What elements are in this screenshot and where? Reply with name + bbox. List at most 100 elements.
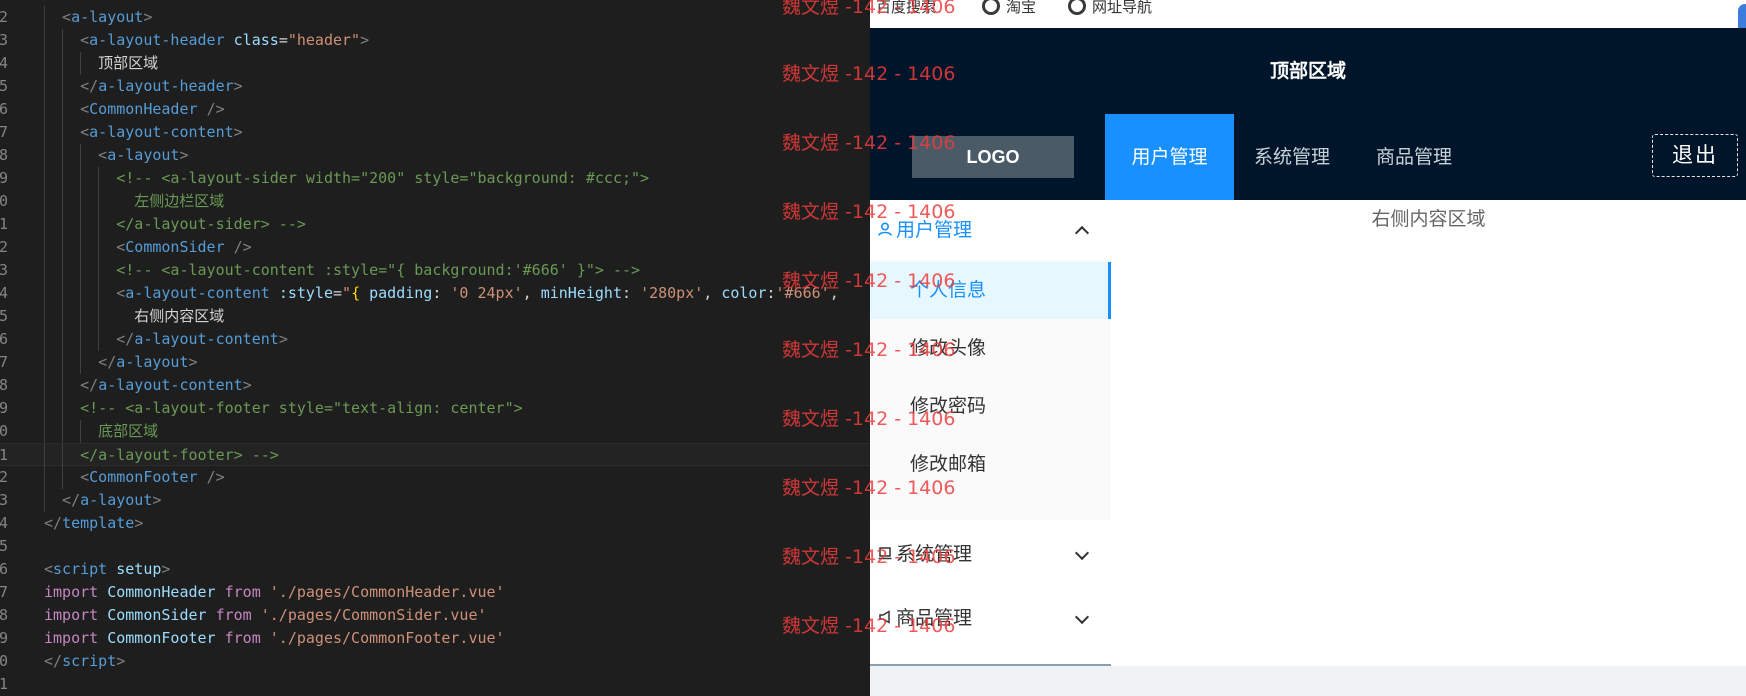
code-text: </a-layout-footer> --> — [44, 446, 279, 464]
code-line[interactable]: 5 右侧内容区域 — [0, 305, 870, 328]
nav-system-management[interactable]: 系统管理 — [1234, 114, 1350, 200]
code-line[interactable]: 5 — [0, 535, 870, 558]
code-line[interactable]: 2 <CommonFooter /> — [0, 466, 870, 489]
code-line[interactable]: 3 <a-layout-header class="header"> — [0, 29, 870, 52]
code-line[interactable]: 8 </a-layout-content> — [0, 374, 870, 397]
menu-item-email[interactable]: 修改邮箱 — [870, 436, 1111, 493]
bookmark-nav[interactable]: 网址导航 — [1068, 0, 1152, 16]
chevron-up-icon — [1074, 225, 1090, 241]
line-number: 8 — [0, 146, 8, 164]
nav-bar: LOGO 用户管理 系统管理 商品管理 退出 — [870, 114, 1746, 200]
code-editor[interactable]: 2 <a-layout> 3 <a-layout-header class="he… — [0, 0, 870, 696]
nav-user-management[interactable]: 用户管理 — [1105, 114, 1234, 200]
code-line[interactable]: 8 import CommonSider from './pages/Common… — [0, 604, 870, 627]
line-number: 0 — [0, 192, 8, 210]
submenu-label: 用户管理 — [896, 219, 973, 241]
line-number: 4 — [0, 284, 8, 302]
code-text: <script setup> — [44, 560, 171, 578]
code-line[interactable]: 4 顶部区域 — [0, 52, 870, 75]
code-line[interactable]: 5 </a-layout-header> — [0, 75, 870, 98]
line-number: 1 — [0, 675, 8, 693]
code-text: </template> — [44, 514, 144, 532]
code-line[interactable]: 6 <CommonHeader /> — [0, 98, 870, 121]
submenu-user-management[interactable]: 用户管理 — [870, 200, 1111, 260]
content-text: 右侧内容区域 — [1371, 208, 1486, 230]
code-line[interactable]: 7 import CommonHeader from './pages/Commo… — [0, 581, 870, 604]
laptop-icon — [878, 547, 892, 560]
code-text: </a-layout-sider> --> — [44, 215, 306, 233]
line-number: 4 — [0, 514, 8, 532]
line-number: 9 — [0, 169, 8, 187]
menu-item-password[interactable]: 修改密码 — [870, 378, 1111, 435]
line-number: 0 — [0, 422, 8, 440]
code-text: <!-- <a-layout-sider width="200" style="… — [44, 169, 650, 187]
line-number: 5 — [0, 77, 8, 95]
code-line[interactable]: 6 <script setup> — [0, 558, 870, 581]
bookmark-baidu[interactable]: 百度搜索 — [876, 0, 936, 16]
line-number: 4 — [0, 54, 8, 72]
line-number: 3 — [0, 261, 8, 279]
code-text: <a-layout-content :style="{ padding: '0 … — [44, 284, 839, 302]
code-line[interactable]: 0 底部区域 — [0, 420, 870, 443]
code-line[interactable]: 2 <a-layout> — [0, 6, 870, 29]
code-line[interactable]: 3 <!-- <a-layout-content :style="{ backg… — [0, 259, 870, 282]
browser-app-pane: 百度搜索 淘宝 网址导航 顶部区域 LOGO 用户管理 系统管理 商品管理 退出… — [870, 0, 1746, 696]
bookmarks-bar: 百度搜索 淘宝 网址导航 — [870, 0, 1746, 46]
code-text: 顶部区域 — [44, 54, 159, 72]
code-text: </a-layout-content> — [44, 376, 252, 394]
submenu-system-management[interactable]: 系统管理 — [870, 524, 1111, 584]
menu-item-profile[interactable]: 个人信息 — [870, 262, 1111, 319]
code-line[interactable]: 2 <CommonSider /> — [0, 236, 870, 259]
code-text: </a-layout> — [44, 491, 162, 509]
line-number: 1 — [0, 446, 8, 464]
submenu-label: 系统管理 — [896, 543, 973, 565]
line-number: 8 — [0, 376, 8, 394]
code-line[interactable]: 6 </a-layout-content> — [0, 328, 870, 351]
code-line[interactable]: 9 import CommonFooter from './pages/Commo… — [0, 627, 870, 650]
code-line[interactable]: 0 左侧边栏区域 — [0, 190, 870, 213]
code-line[interactable]: 0 </script> — [0, 650, 870, 673]
code-text: 底部区域 — [44, 422, 159, 440]
code-line[interactable]: 7 <a-layout-content> — [0, 121, 870, 144]
code-line[interactable]: 9 <!-- <a-layout-sider width="200" style… — [0, 167, 870, 190]
content-area: 右侧内容区域 — [1111, 200, 1746, 666]
bookmark-label: 网址导航 — [1092, 0, 1153, 16]
code-text: </script> — [44, 652, 126, 670]
code-line[interactable]: 9 <!-- <a-layout-footer style="text-alig… — [0, 397, 870, 420]
menu-item-avatar[interactable]: 修改头像 — [870, 320, 1111, 377]
bookmark-label: 淘宝 — [1006, 0, 1037, 16]
code-line[interactable]: 4 </template> — [0, 512, 870, 535]
line-number: 1 — [0, 215, 8, 233]
line-number: 2 — [0, 8, 8, 26]
chevron-down-icon — [1074, 545, 1090, 561]
sidebar: 用户管理 个人信息 修改头像 修改密码 修改邮箱 系统管理 商品管理 — [870, 200, 1111, 666]
top-header: 顶部区域 — [870, 28, 1746, 114]
code-line[interactable]: 3 </a-layout> — [0, 489, 870, 512]
line-number: 2 — [0, 238, 8, 256]
code-text: <!-- <a-layout-content :style="{ backgro… — [44, 261, 641, 279]
code-text: <a-layout> — [44, 146, 189, 164]
code-text: 右侧内容区域 — [44, 307, 225, 325]
code-line[interactable]: 1 </a-layout-sider> --> — [0, 213, 870, 236]
code-line[interactable]: 8 <a-layout> — [0, 144, 870, 167]
code-line[interactable]: 7 </a-layout> — [0, 351, 870, 374]
submenu-label: 商品管理 — [896, 607, 973, 629]
chevron-down-icon — [1074, 609, 1090, 625]
line-number: 8 — [0, 606, 8, 624]
code-text: <CommonHeader /> — [44, 100, 225, 118]
line-number: 6 — [0, 100, 8, 118]
logout-button[interactable]: 退出 — [1652, 134, 1738, 177]
code-text: import CommonHeader from './pages/Common… — [44, 583, 505, 601]
code-line[interactable]: 4 <a-layout-content :style="{ padding: '… — [0, 282, 870, 305]
line-number: 9 — [0, 399, 8, 417]
code-line[interactable]: 1 </a-layout-footer> --> — [0, 443, 870, 467]
bookmark-taobao[interactable]: 淘宝 — [982, 0, 1036, 16]
line-number: 7 — [0, 123, 8, 141]
code-line[interactable]: 1 — [0, 673, 870, 696]
submenu-product-management[interactable]: 商品管理 — [870, 588, 1111, 648]
nav-product-management[interactable]: 商品管理 — [1350, 114, 1478, 200]
line-number: 3 — [0, 491, 8, 509]
line-number: 0 — [0, 652, 8, 670]
code-text: <CommonSider /> — [44, 238, 252, 256]
user-icon — [878, 222, 892, 236]
